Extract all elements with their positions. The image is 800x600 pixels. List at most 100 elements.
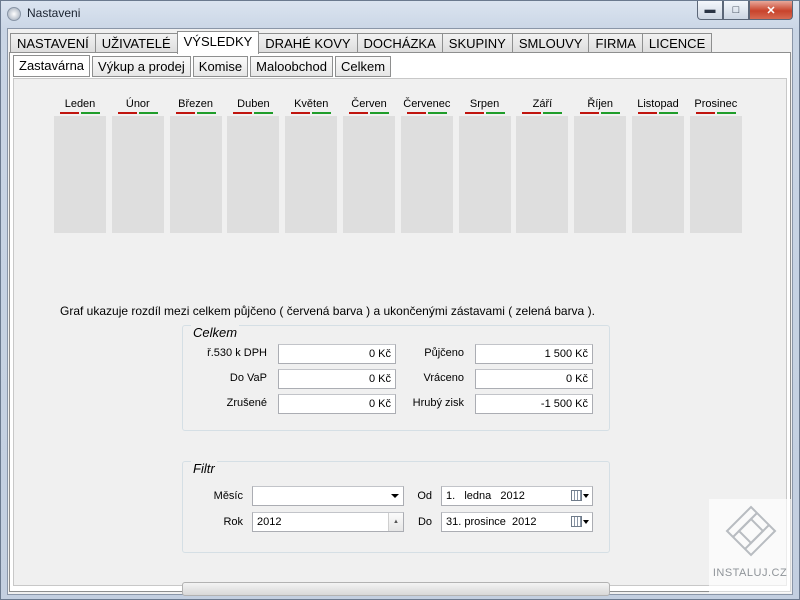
- month-indicators: [227, 112, 279, 115]
- month-bar: [689, 116, 742, 233]
- vraceno-field[interactable]: 0 Kč: [475, 369, 593, 389]
- subtab-maloobchod[interactable]: Maloobchod: [250, 56, 333, 77]
- tab-smlouvy[interactable]: SMLOUVY: [511, 33, 590, 53]
- watermark-text: INSTALUJ.CZ: [712, 567, 788, 579]
- hruby-zisk-label: Hrubý zisk: [412, 397, 464, 409]
- month-indicators: [516, 112, 568, 115]
- do-vap-field[interactable]: 0 Kč: [278, 369, 396, 389]
- tab-skupiny[interactable]: SKUPINY: [441, 33, 513, 53]
- month-column: Listopad: [632, 97, 684, 233]
- month-label: Červen: [351, 98, 387, 110]
- tab-nastaveni[interactable]: NASTAVENÍ: [10, 33, 96, 53]
- tab-licence[interactable]: LICENCE: [641, 33, 713, 53]
- rok-stepper[interactable]: 2012 ▲ ▼: [252, 512, 404, 532]
- month-label: Březen: [178, 98, 214, 110]
- borrowed-indicator: [291, 112, 311, 114]
- month-label: Únor: [125, 98, 150, 110]
- closed-indicator: [716, 112, 736, 114]
- zastavarna-panel: Leden Únor Březen Duben Květen Červen Červenec…: [13, 78, 787, 596]
- subtab-celkem[interactable]: Celkem: [334, 56, 392, 77]
- closed-indicator: [601, 112, 621, 114]
- closed-indicator: [81, 112, 100, 114]
- rok-label: Rok: [223, 516, 243, 528]
- closed-indicator: [254, 112, 274, 114]
- month-column: Květen: [285, 97, 338, 233]
- tab-vysledky[interactable]: VÝSLEDKY: [176, 31, 260, 54]
- month-column: Červen: [343, 97, 395, 233]
- month-bar: [632, 116, 684, 233]
- tab-uzivatele[interactable]: UŽIVATELÉ: [94, 33, 178, 53]
- closed-indicator: [427, 112, 447, 114]
- filtr-group: Filtr Měsíc Rok 2012 ▲ ▼ Od: [182, 461, 610, 553]
- calendar-icon: [571, 516, 582, 527]
- borrowed-indicator: [60, 112, 79, 114]
- progress-bar: [182, 582, 610, 596]
- vraceno-label: Vráceno: [423, 372, 464, 384]
- month-label: Říjen: [587, 98, 614, 110]
- closed-indicator: [138, 112, 158, 114]
- closed-indicator: [543, 112, 563, 114]
- tab-drahe-kovy[interactable]: DRAHÉ KOVY: [258, 33, 358, 53]
- subtab-vykup-a-prodej[interactable]: Výkup a prodej: [92, 56, 191, 77]
- main-tab-strip: NASTAVENÍ UŽIVATELÉ VÝSLEDKY DRAHÉ KOVY …: [10, 31, 713, 54]
- month-indicators: [459, 112, 511, 115]
- od-date-picker[interactable]: 1. ledna 2012: [441, 486, 593, 506]
- month-label: Září: [532, 98, 553, 110]
- borrowed-indicator: [695, 112, 715, 114]
- maximize-button[interactable]: □: [723, 1, 749, 20]
- watermark: INSTALUJ.CZ: [709, 499, 791, 593]
- hruby-zisk-field[interactable]: -1 500 Kč: [475, 394, 593, 414]
- dph-field[interactable]: 0 Kč: [278, 344, 396, 364]
- title-bar[interactable]: Nastaveni ▬ □ ✕: [1, 1, 799, 27]
- client-area: NASTAVENÍ UŽIVATELÉ VÝSLEDKY DRAHÉ KOVY …: [7, 28, 793, 596]
- month-indicators: [401, 112, 453, 115]
- borrowed-indicator: [464, 112, 484, 114]
- celkem-group: Celkem ř.530 k DPH 0 Kč Do VaP 0 Kč Zruš…: [182, 325, 610, 431]
- od-value: 1. ledna 2012: [446, 490, 525, 502]
- minimize-button[interactable]: ▬: [697, 1, 723, 20]
- minimize-icon: ▬: [704, 4, 716, 16]
- do-label: Do: [417, 516, 432, 528]
- tab-dochazka[interactable]: DOCHÁZKA: [356, 33, 443, 53]
- month-column: Prosinec: [689, 97, 742, 233]
- close-button[interactable]: ✕: [749, 1, 793, 20]
- zrusene-field[interactable]: 0 Kč: [278, 394, 396, 414]
- subtab-komise[interactable]: Komise: [192, 56, 249, 77]
- pujceno-field[interactable]: 1 500 Kč: [475, 344, 593, 364]
- do-calendar-button[interactable]: [571, 516, 589, 527]
- borrowed-indicator: [349, 112, 368, 114]
- month-indicators: [632, 112, 684, 115]
- month-column: Srpen: [458, 97, 511, 233]
- celkem-legend: Celkem: [191, 325, 240, 340]
- tab-firma[interactable]: FIRMA: [588, 33, 643, 53]
- borrowed-indicator: [580, 112, 600, 114]
- window-controls: ▬ □ ✕: [697, 1, 793, 21]
- closed-indicator: [659, 112, 678, 114]
- rok-value: 2012: [257, 516, 282, 528]
- instaluj-logo-icon: [725, 505, 777, 557]
- chevron-down-icon: [583, 493, 589, 498]
- mesic-dropdown[interactable]: [252, 486, 404, 506]
- sub-tab-strip: Zastavárna Výkup a prodej Komise Maloobc…: [13, 55, 393, 77]
- month-indicators: [285, 112, 337, 115]
- month-bar: [574, 116, 627, 233]
- window-title: Nastaveni: [27, 6, 81, 20]
- do-vap-label: Do VaP: [229, 372, 267, 384]
- month-label: Leden: [64, 98, 96, 110]
- od-label: Od: [417, 490, 432, 502]
- month-label: Červenec: [403, 98, 451, 110]
- month-indicators: [690, 112, 742, 115]
- month-bar: [111, 116, 164, 233]
- subtab-zastavarna[interactable]: Zastavárna: [13, 55, 91, 77]
- spin-up-icon[interactable]: ▲: [389, 513, 403, 531]
- results-tab-panel: Zastavárna Výkup a prodej Komise Maloobc…: [9, 52, 791, 596]
- do-date-picker[interactable]: 31. prosince 2012: [441, 512, 593, 532]
- chevron-down-icon: [583, 519, 589, 524]
- closed-indicator: [485, 112, 505, 114]
- rok-spinner[interactable]: ▲ ▼: [388, 513, 403, 531]
- od-calendar-button[interactable]: [571, 490, 589, 501]
- month-label: Srpen: [469, 98, 500, 110]
- zrusene-label: Zrušené: [226, 397, 267, 409]
- month-indicators: [343, 112, 395, 115]
- month-label: Květen: [294, 98, 329, 110]
